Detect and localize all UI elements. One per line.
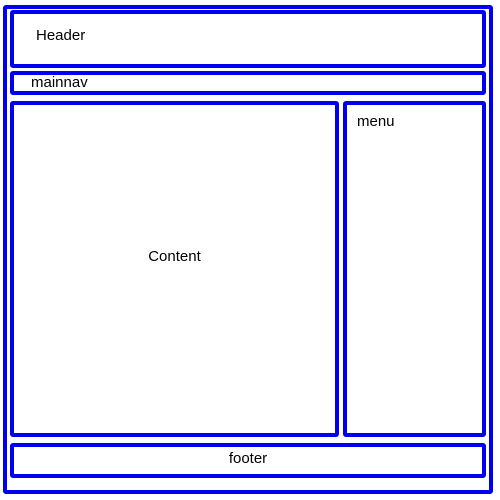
content-label: Content (148, 248, 201, 265)
mainnav-region: mainnav (10, 71, 486, 95)
mainnav-label: mainnav (31, 74, 88, 91)
footer-region: footer (10, 443, 486, 478)
header-region: Header (10, 10, 486, 68)
menu-region: menu (343, 101, 486, 437)
footer-label: footer (228, 450, 268, 467)
menu-label: menu (357, 113, 395, 130)
header-label: Header (36, 27, 86, 44)
content-region: Content (10, 101, 339, 437)
